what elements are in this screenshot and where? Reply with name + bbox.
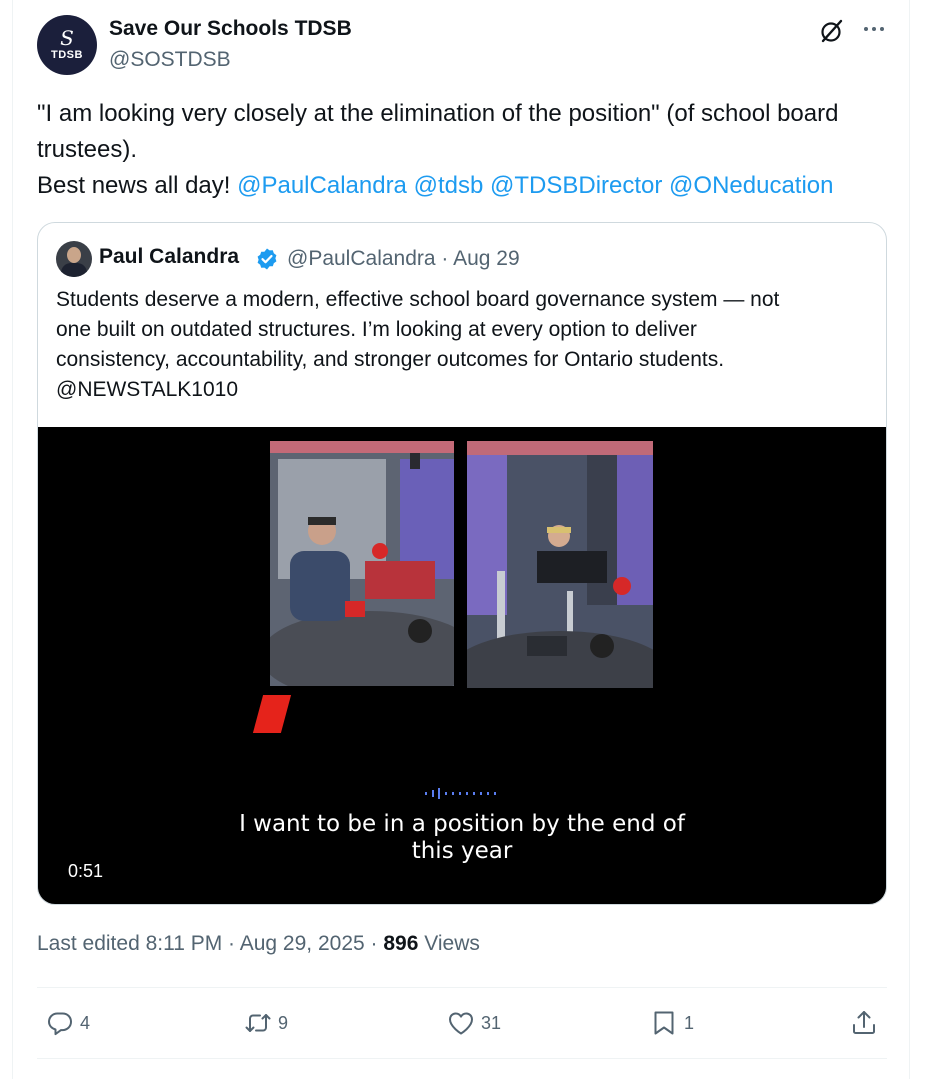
bookmark-count: 1	[684, 1012, 695, 1033]
bookmark-button[interactable]: 1	[650, 1008, 694, 1038]
edited-timestamp[interactable]: Last edited 8:11 PM · Aug 29, 2025 ·	[37, 932, 378, 955]
quoted-author-avatar[interactable]	[56, 241, 92, 277]
like-button[interactable]: 31	[447, 1008, 501, 1038]
avatar-logo-mark: S	[60, 26, 74, 50]
quoted-text: Students deserve a modern, effective sch…	[56, 285, 871, 405]
views-count: 896	[383, 932, 419, 955]
repost-button[interactable]: 9	[244, 1008, 288, 1038]
mention-oneducation[interactable]: @ONeducation	[669, 172, 833, 199]
share-icon	[853, 1011, 875, 1034]
tweet-meta: Last edited 8:11 PM · Aug 29, 2025 · 896…	[37, 932, 480, 956]
video-timestamp: 0:51	[68, 861, 104, 881]
author-handle[interactable]: @SOSTDSB	[109, 48, 231, 72]
like-icon	[449, 1012, 473, 1035]
quoted-tweet[interactable]: Paul Calandra @PaulCalandra · Aug 29 Stu…	[37, 222, 887, 905]
like-count: 31	[481, 1012, 502, 1033]
repost-count: 9	[278, 1012, 289, 1033]
quoted-mention-newstalk[interactable]: @NEWSTALK1010	[56, 375, 871, 405]
divider	[37, 1058, 887, 1059]
grok-icon[interactable]	[818, 17, 846, 45]
mention-tdsb[interactable]: @tdsb	[414, 172, 484, 199]
tweet-text-line1: "I am looking very closely at the elimin…	[37, 100, 839, 163]
share-button[interactable]	[850, 1008, 878, 1038]
repost-icon	[245, 1014, 271, 1032]
reply-count: 4	[80, 1012, 91, 1033]
video-frame-studio-host	[467, 441, 653, 688]
quoted-text-line: Students deserve a modern, effective sch…	[56, 288, 780, 311]
video-player[interactable]: I want to be in a position by the end of…	[38, 427, 886, 904]
video-caption: I want to be in a position by the end of…	[38, 811, 886, 865]
video-frame-studio-guest	[270, 441, 454, 686]
verified-icon	[257, 248, 277, 270]
quoted-text-line: one built on outdated structures. I’m lo…	[56, 318, 697, 341]
video-caption-line: I want to be in a position by the end of	[239, 811, 685, 837]
quoted-handle-date[interactable]: @PaulCalandra · Aug 29	[287, 247, 520, 271]
author-display-name[interactable]: Save Our Schools TDSB	[109, 17, 352, 41]
more-icon[interactable]	[860, 17, 888, 45]
avatar-logo-text: TDSB	[51, 49, 83, 61]
divider	[37, 987, 887, 988]
mention-paulcalandra[interactable]: @PaulCalandra	[237, 172, 407, 199]
mention-tdsbdirector[interactable]: @TDSBDirector	[490, 172, 662, 199]
bookmark-icon	[654, 1011, 674, 1035]
quoted-text-line: consistency, accountability, and stronge…	[56, 348, 725, 371]
tweet-text-line2: Best news all day! @PaulCalandra @tdsb @…	[37, 168, 897, 204]
views-label: Views	[424, 932, 480, 955]
video-caption-line: this year	[411, 838, 513, 864]
audio-wave-icon	[425, 788, 496, 799]
author-avatar[interactable]: S TDSB	[37, 15, 97, 75]
tweet-body: "I am looking very closely at the elimin…	[37, 96, 897, 204]
reply-button[interactable]: 4	[46, 1008, 90, 1038]
reply-icon	[48, 1012, 72, 1036]
quoted-author-name[interactable]: Paul Calandra	[99, 245, 239, 269]
video-brand-mark	[252, 695, 292, 733]
tweet-text-best-news: Best news all day!	[37, 172, 231, 199]
